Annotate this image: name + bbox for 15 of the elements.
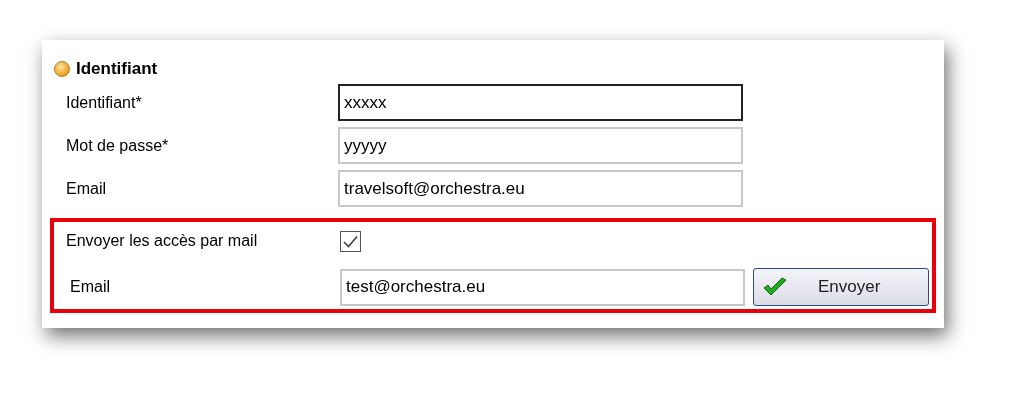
- input-field[interactable]: yyyyy: [338, 127, 743, 164]
- check-icon: [343, 234, 358, 248]
- input-field[interactable]: test@orchestra.eu: [340, 268, 745, 306]
- section-title: Identifiant: [76, 58, 158, 81]
- field-label: Mot de passe*: [65, 135, 170, 156]
- field-label: Identifiant*: [65, 92, 143, 113]
- field-label: Email: [69, 277, 111, 297]
- field-label: Email: [65, 178, 107, 199]
- send-button[interactable]: Envoyer: [753, 268, 929, 306]
- checkbox[interactable]: [340, 230, 361, 252]
- input-field[interactable]: travelsoft@orchestra.eu: [338, 170, 743, 207]
- bullet-icon: [54, 61, 70, 77]
- check-icon: [762, 277, 788, 297]
- input-field[interactable]: xxxxx: [338, 84, 743, 121]
- checkbox-label: Envoyer les accès par mail: [66, 231, 259, 251]
